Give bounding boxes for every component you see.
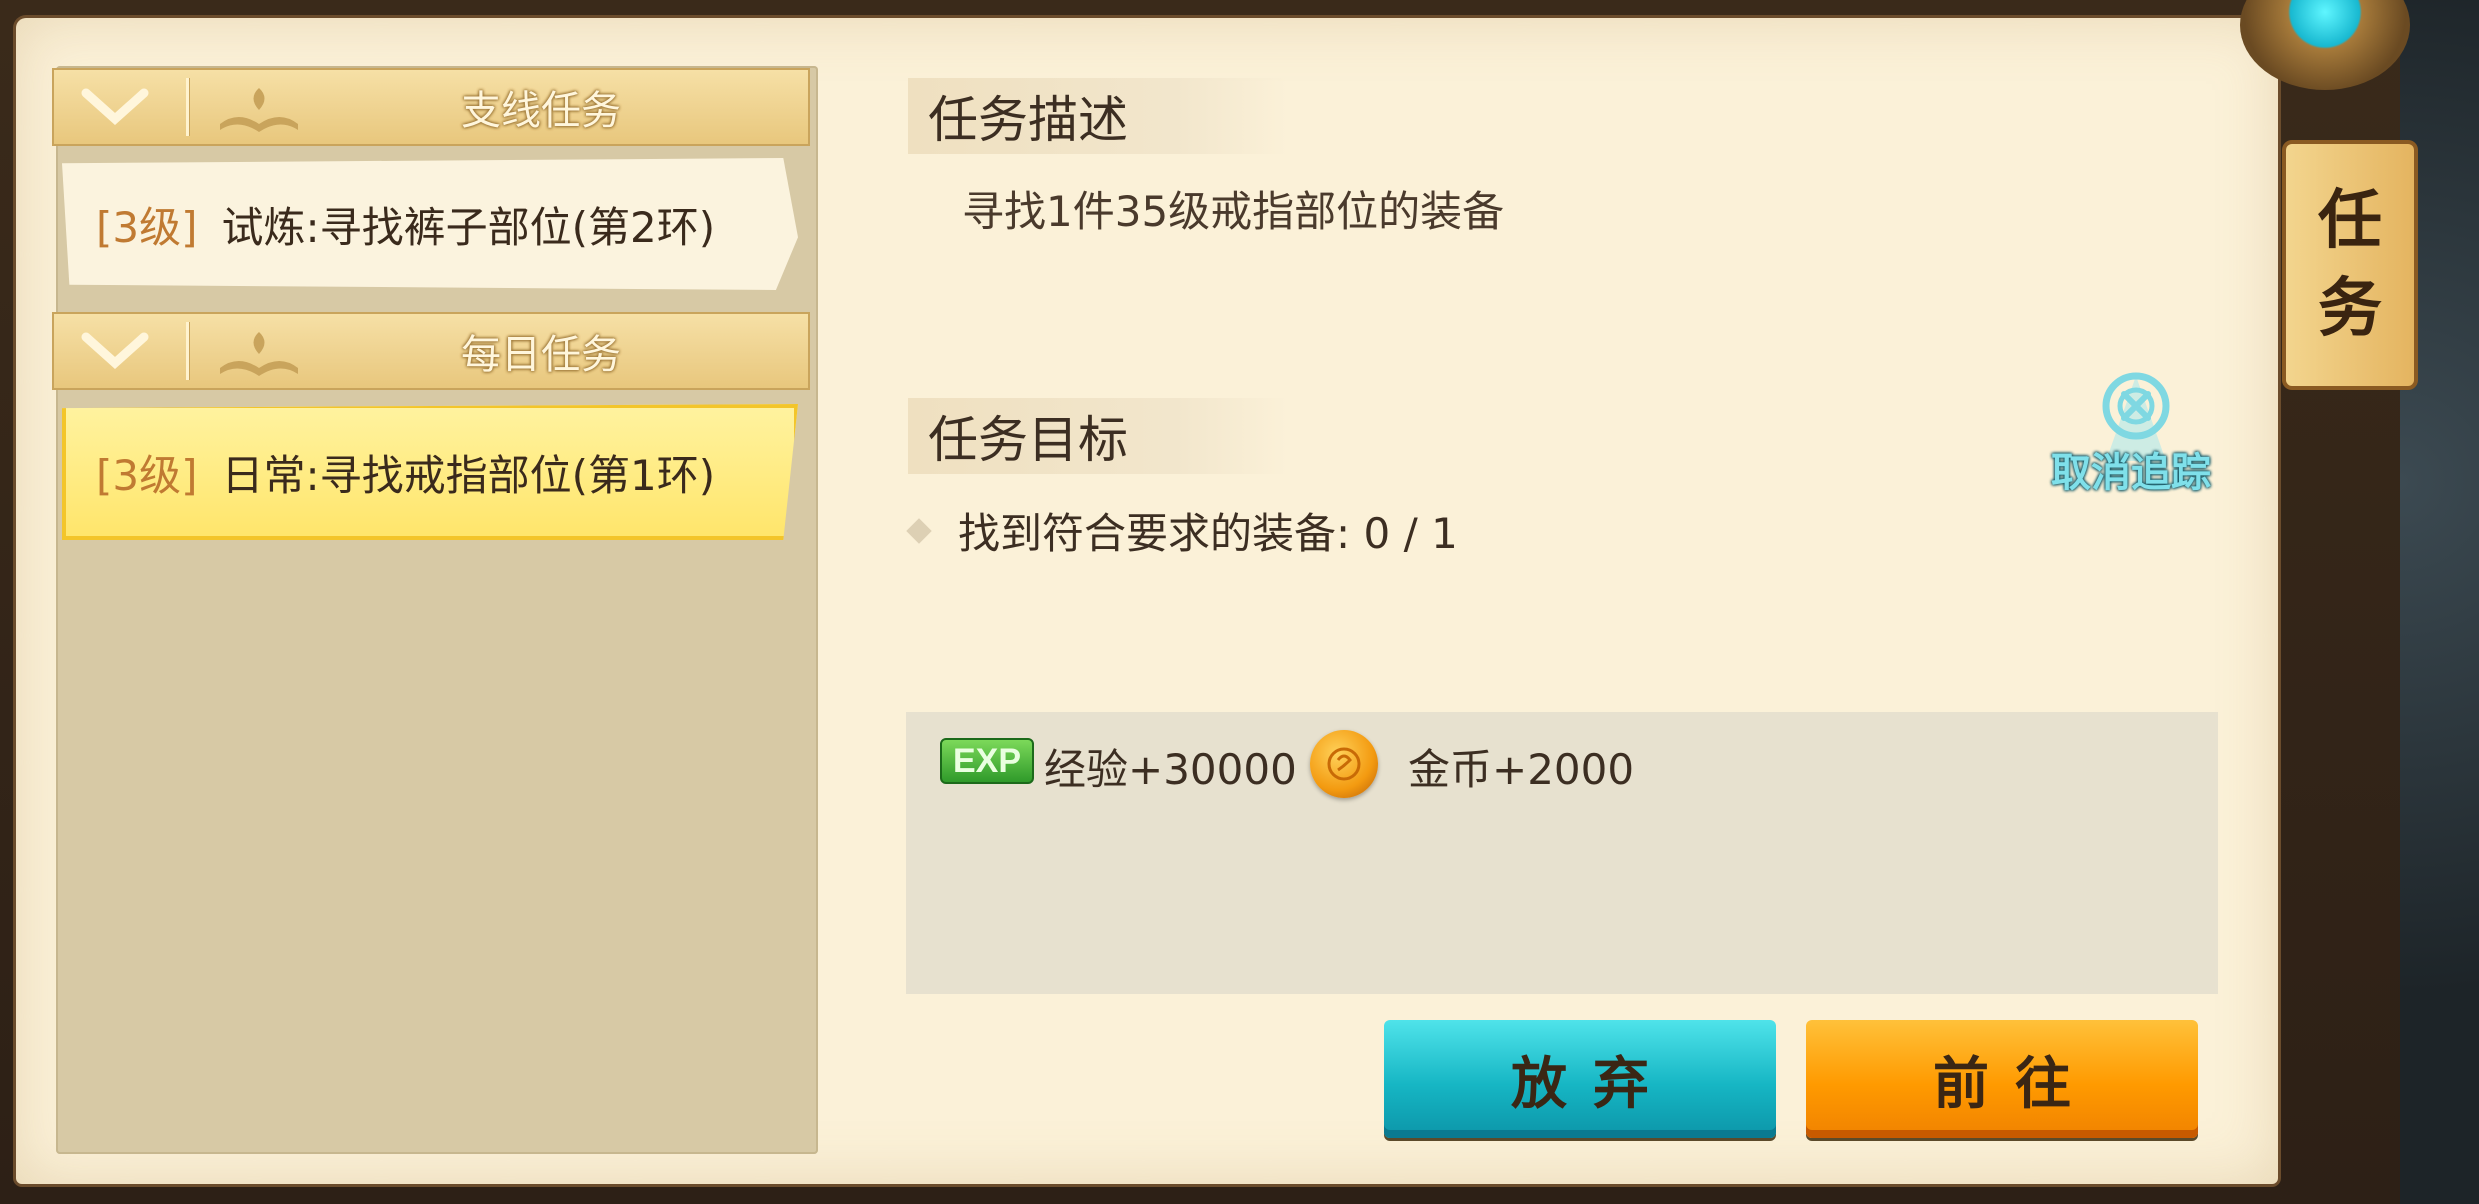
quest-name: 试炼:寻找裤子部位(第2环)	[221, 202, 716, 252]
goal-row: 找到符合要求的装备: 0 / 1	[906, 500, 1458, 561]
gold-reward-text: 金币+2000	[1408, 745, 1635, 794]
quest-name: 日常:寻找戒指部位(第1环)	[221, 450, 716, 500]
category-label: 支线任务	[461, 88, 621, 134]
goal-title: 任务目标	[908, 398, 1288, 474]
untrack-button[interactable]: 取消追踪	[2036, 366, 2226, 506]
description-title: 任务描述	[908, 78, 1288, 154]
quest-level: [3级]	[96, 450, 198, 500]
tab-label-char: 务	[2318, 272, 2382, 346]
book-icon	[216, 80, 302, 136]
description-text: 寻找1件35级戒指部位的装备	[962, 187, 1505, 236]
book-icon	[216, 324, 302, 380]
reward-panel: EXP 经验+30000 金币+2000	[906, 712, 2218, 994]
gold-coin-icon	[1310, 730, 1378, 798]
untrack-label: 取消追踪	[2051, 450, 2211, 496]
go-button[interactable]: 前往	[1806, 1020, 2198, 1138]
bullet-diamond-icon	[906, 517, 932, 544]
category-header-daily-quests[interactable]: 每日任务	[52, 312, 810, 390]
category-label: 每日任务	[461, 332, 621, 378]
quest-list-item[interactable]: [3级] 试炼:寻找裤子部位(第2环)	[62, 158, 798, 290]
category-header-side-quests[interactable]: 支线任务	[52, 68, 810, 146]
header-divider	[186, 78, 189, 136]
tab-quests[interactable]: 任 务	[2282, 140, 2418, 390]
quest-list-item-selected[interactable]: [3级] 日常:寻找戒指部位(第1环)	[62, 404, 798, 540]
chevron-down-icon	[80, 84, 150, 130]
header-divider	[186, 322, 189, 380]
chevron-down-icon	[80, 328, 150, 374]
goal-text: 找到符合要求的装备: 0 / 1	[958, 509, 1458, 558]
exp-reward-text: 经验+30000	[1044, 745, 1297, 794]
tab-label-char: 任	[2318, 184, 2382, 258]
abandon-button[interactable]: 放弃	[1384, 1020, 1776, 1138]
quest-level: [3级]	[96, 202, 198, 252]
exp-icon: EXP	[940, 738, 1034, 784]
